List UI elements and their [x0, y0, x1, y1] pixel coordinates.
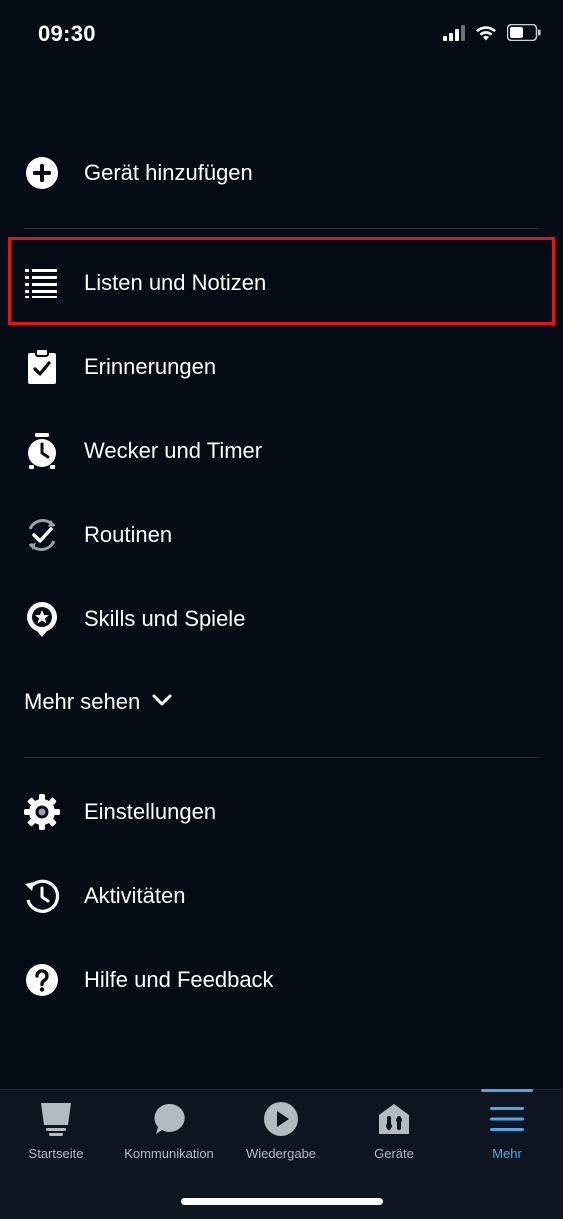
tab-label: Wiedergabe — [245, 1146, 317, 1161]
see-more-toggle[interactable]: Mehr sehen — [24, 660, 172, 744]
history-icon — [24, 878, 60, 914]
menu-icon — [489, 1101, 525, 1137]
cellular-signal-icon — [443, 24, 465, 46]
question-circle-icon — [24, 962, 60, 998]
menu-item-label: Einstellungen — [84, 799, 217, 824]
menu-item-skills-games[interactable]: Skills und Spiele — [0, 577, 563, 661]
tab-label: Startseite — [28, 1146, 84, 1161]
tab-playback[interactable]: Wiedergabe — [225, 1090, 337, 1170]
see-more-label: Mehr sehen — [24, 689, 141, 714]
menu-item-label: Routinen — [84, 522, 173, 547]
play-icon — [263, 1101, 299, 1137]
wifi-icon — [475, 25, 497, 46]
tab-label: Geräte — [374, 1146, 414, 1161]
menu-item-label: Skills und Spiele — [84, 606, 246, 631]
menu-item-label: Aktivitäten — [84, 883, 186, 908]
menu-item-label: Erinnerungen — [84, 354, 217, 379]
status-icons — [443, 23, 541, 46]
tab-more[interactable]: Mehr — [451, 1090, 563, 1170]
menu-item-label: Hilfe und Feedback — [84, 967, 274, 992]
clipboard-check-icon — [24, 349, 60, 385]
chevron-down-icon — [152, 693, 172, 712]
menu-item-help-feedback[interactable]: Hilfe und Feedback — [0, 938, 563, 1022]
gear-icon — [24, 794, 60, 830]
status-bar: 09:30 — [0, 0, 563, 70]
divider — [24, 757, 539, 758]
menu-item-routines[interactable]: Routinen — [0, 493, 563, 577]
menu-item-add-device[interactable]: Gerät hinzufügen — [0, 131, 563, 215]
menu-item-settings[interactable]: Einstellungen — [0, 770, 563, 854]
menu-item-reminders[interactable]: Erinnerungen — [0, 325, 563, 409]
routine-check-icon — [24, 517, 60, 553]
battery-icon — [506, 23, 541, 46]
plus-circle-icon — [24, 155, 60, 191]
menu-item-label: Gerät hinzufügen — [84, 160, 253, 185]
menu-item-alarms-timers[interactable]: Wecker und Timer — [0, 409, 563, 493]
alarm-clock-icon — [24, 433, 60, 469]
tab-communication[interactable]: Kommunikation — [113, 1090, 225, 1170]
home-icon — [38, 1101, 74, 1137]
tab-label: Kommunikation — [124, 1146, 214, 1161]
chat-bubble-icon — [151, 1101, 187, 1137]
divider — [24, 228, 539, 229]
tab-home[interactable]: Startseite — [0, 1090, 112, 1170]
highlight-box — [8, 237, 555, 325]
tab-devices[interactable]: Geräte — [338, 1090, 450, 1170]
status-time: 09:30 — [38, 21, 96, 46]
menu-item-label: Wecker und Timer — [84, 438, 263, 463]
home-indicator[interactable] — [181, 1198, 383, 1205]
devices-home-icon — [376, 1101, 412, 1137]
menu-item-activities[interactable]: Aktivitäten — [0, 854, 563, 938]
tab-label: Mehr — [492, 1146, 522, 1161]
star-bubble-icon — [24, 601, 60, 637]
